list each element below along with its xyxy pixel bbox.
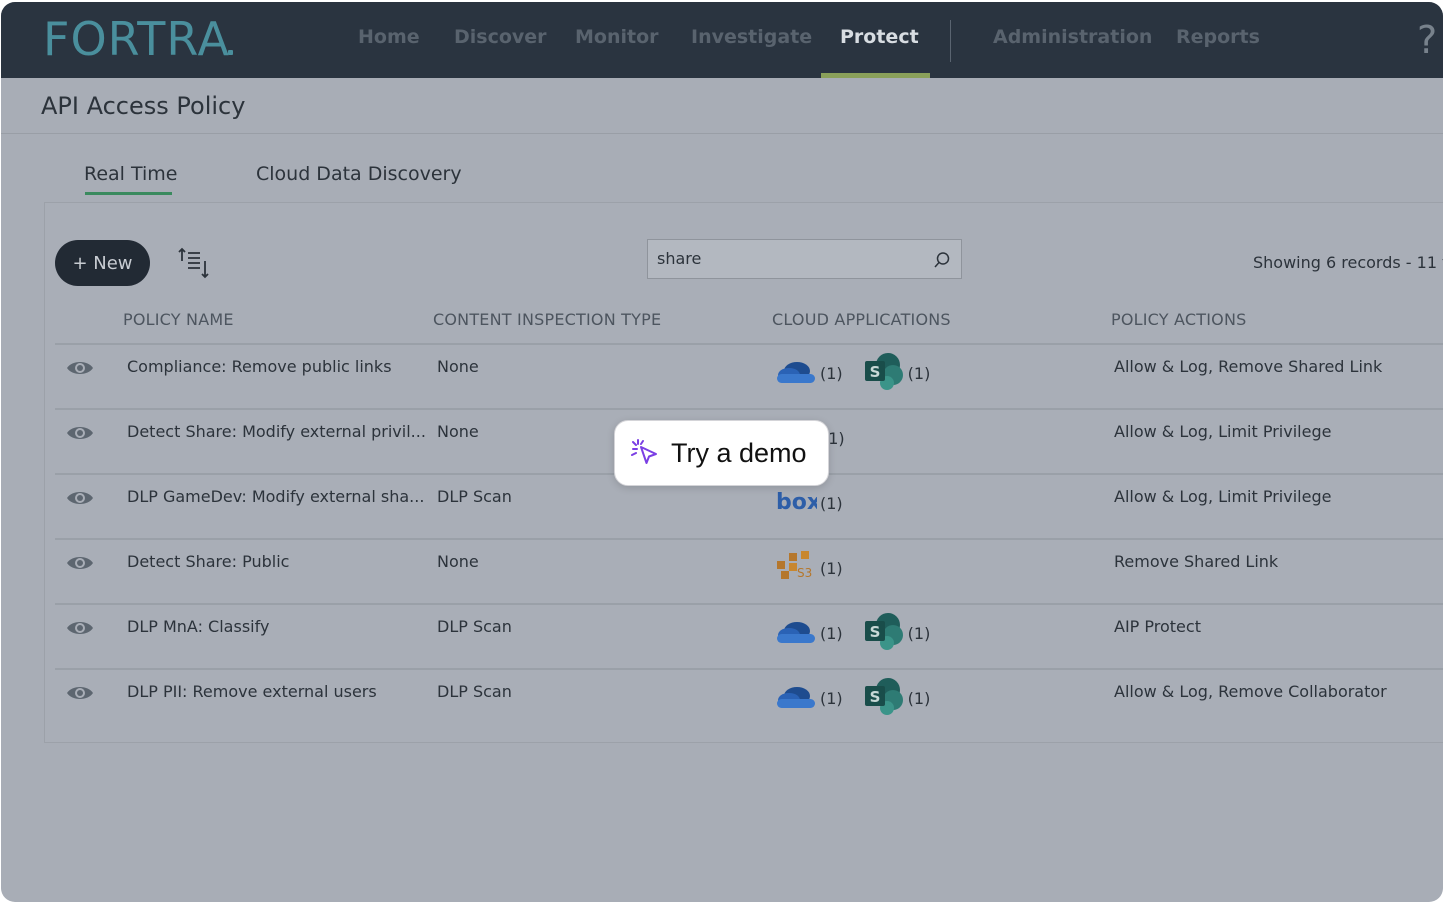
policy-name-cell[interactable]: DLP GameDev: Modify external sha... <box>127 487 424 506</box>
view-eye-icon[interactable] <box>66 359 94 377</box>
cloud-app-item: box (1) <box>775 488 843 518</box>
column-header-content-inspection-type[interactable]: CONTENT INSPECTION TYPE <box>433 310 661 329</box>
nav-home[interactable]: Home <box>358 26 420 48</box>
cloud-app-item: S3 (1) <box>775 549 843 587</box>
policy-name-cell[interactable]: Detect Share: Modify external privil... <box>127 422 426 441</box>
app-count: (1) <box>820 623 843 643</box>
view-eye-icon[interactable] <box>66 684 94 702</box>
app-count: (1) <box>820 363 843 383</box>
nav-reports[interactable]: Reports <box>1176 26 1260 48</box>
app-count: (1) <box>820 493 843 513</box>
logo-dot <box>227 50 233 55</box>
view-eye-icon[interactable] <box>66 424 94 442</box>
nav-monitor[interactable]: Monitor <box>575 26 659 48</box>
app-count: (1) <box>907 623 931 643</box>
policy-name-cell[interactable]: Detect Share: Public <box>127 552 289 571</box>
nav-protect[interactable]: Protect <box>840 26 919 48</box>
svg-text:box: box <box>776 490 817 514</box>
app-count: (1) <box>820 688 843 708</box>
content-inspection-cell: DLP Scan <box>437 617 512 636</box>
cloud-applications-cell: (1) S (1) <box>775 674 950 722</box>
cloud-app-item: (1) <box>775 356 843 390</box>
view-eye-icon[interactable] <box>66 619 94 637</box>
cloud-app-item: S (1) <box>863 676 931 720</box>
new-policy-button[interactable]: + New <box>55 240 150 286</box>
search-box <box>647 239 962 279</box>
cloud-app-item: (1) <box>775 616 843 650</box>
page-title: API Access Policy <box>41 92 246 120</box>
content-inspection-cell: None <box>437 422 479 441</box>
policy-actions-cell: Allow & Log, Remove Shared Link <box>1114 357 1383 376</box>
view-eye-icon[interactable] <box>66 554 94 572</box>
records-count-text: Showing 6 records - 11 to <box>1253 253 1443 272</box>
policy-actions-cell: Remove Shared Link <box>1114 552 1279 571</box>
app-count: (1) <box>820 558 843 578</box>
cloud-app-item: S (1) <box>863 351 931 395</box>
policy-name-cell[interactable]: DLP PII: Remove external users <box>127 682 377 701</box>
sharepoint-icon: S <box>863 351 905 395</box>
nav-administration[interactable]: Administration <box>993 26 1152 48</box>
cloud-applications-cell: (1) S (1) <box>775 349 950 397</box>
svg-text:S: S <box>869 623 880 641</box>
try-demo-button[interactable]: Try a demo <box>614 420 829 486</box>
nav-investigate[interactable]: Investigate <box>691 26 812 48</box>
column-header-policy-actions[interactable]: POLICY ACTIONS <box>1111 310 1246 329</box>
top-navigation-bar: FORTRA Home Discover Monitor Investigate… <box>1 2 1443 78</box>
table-row[interactable]: Compliance: Remove public links None (1) S(… <box>55 343 1443 409</box>
nav-divider <box>950 20 951 62</box>
svg-text:S: S <box>869 688 880 706</box>
column-header-policy-name[interactable]: POLICY NAME <box>123 310 234 329</box>
search-input[interactable] <box>657 249 917 268</box>
tab-active-indicator <box>85 192 172 195</box>
content-inspection-cell: None <box>437 552 479 571</box>
try-demo-label: Try a demo <box>671 437 807 468</box>
sharepoint-icon: S <box>863 676 905 720</box>
cloud-app-item: S (1) <box>863 611 931 655</box>
policy-actions-cell: Allow & Log, Limit Privilege <box>1114 487 1332 506</box>
sharepoint-icon: S <box>863 611 905 655</box>
policy-name-cell[interactable]: Compliance: Remove public links <box>127 357 392 376</box>
content-inspection-cell: DLP Scan <box>437 487 512 506</box>
content-inspection-cell: None <box>437 357 479 376</box>
tab-real-time[interactable]: Real Time <box>84 163 178 185</box>
policy-actions-cell: Allow & Log, Limit Privilege <box>1114 422 1332 441</box>
sort-icon[interactable] <box>176 245 212 281</box>
content-inspection-cell: DLP Scan <box>437 682 512 701</box>
cloud-app-item: (1) <box>775 681 843 715</box>
view-eye-icon[interactable] <box>66 489 94 507</box>
policy-actions-cell: Allow & Log, Remove Collaborator <box>1114 682 1387 701</box>
svg-text:S3: S3 <box>797 566 812 580</box>
aws-s3-icon: S3 <box>775 549 817 587</box>
app-count: (1) <box>907 688 931 708</box>
table-row[interactable]: DLP PII: Remove external users DLP Scan (1… <box>55 668 1443 734</box>
table-row[interactable]: DLP MnA: Classify DLP Scan (1) S (1) AIP Prot… <box>55 603 1443 669</box>
cloud-applications-cell: S3 (1) <box>775 544 863 592</box>
cursor-sparkle-icon <box>631 439 657 464</box>
onedrive-icon <box>775 616 817 650</box>
tab-cloud-data-discovery[interactable]: Cloud Data Discovery <box>256 163 462 185</box>
column-header-cloud-applications[interactable]: CLOUD APPLICATIONS <box>772 310 951 329</box>
help-icon[interactable]: ? <box>1417 18 1437 62</box>
logo-text: FORTRA <box>43 12 230 66</box>
fortra-logo[interactable]: FORTRA <box>43 12 233 66</box>
policy-name-cell[interactable]: DLP MnA: Classify <box>127 617 269 636</box>
nav-active-indicator <box>821 73 930 78</box>
cloud-applications-cell: (1) S (1) <box>775 609 950 657</box>
nav-discover[interactable]: Discover <box>454 26 547 48</box>
search-icon[interactable] <box>933 251 951 269</box>
policy-actions-cell: AIP Protect <box>1114 617 1201 636</box>
cloud-applications-cell: box (1) <box>775 479 863 527</box>
box-icon: box <box>775 488 821 518</box>
onedrive-icon <box>775 356 817 390</box>
app-count: (1) <box>907 363 931 383</box>
title-divider <box>1 133 1443 134</box>
svg-text:S: S <box>869 363 880 381</box>
onedrive-icon <box>775 681 817 715</box>
table-row[interactable]: Detect Share: Public None S3 (1) Remove Shar… <box>55 538 1443 604</box>
app-window: FORTRA Home Discover Monitor Investigate… <box>1 2 1443 902</box>
